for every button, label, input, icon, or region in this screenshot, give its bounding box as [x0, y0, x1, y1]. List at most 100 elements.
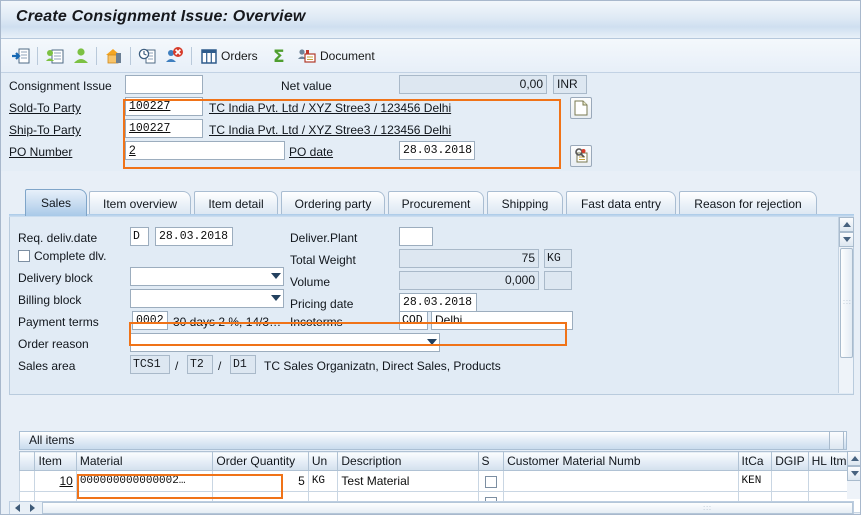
- cell-customer-material-numb[interactable]: [503, 470, 739, 492]
- items-grid-scrollbar[interactable]: [847, 451, 860, 499]
- column-header-customer-material-numb[interactable]: Customer Material Numb: [503, 451, 739, 471]
- search-document-icon: [574, 148, 587, 163]
- cell-material[interactable]: 000000000000002…: [75, 470, 214, 492]
- sold-to-party-description: TC India Pvt. Ltd / XYZ Stree3 / 123456 …: [209, 101, 452, 115]
- document-header-form: Consignment Issue Net value 0,00 INR Sol…: [1, 73, 860, 171]
- column-header-itca[interactable]: ItCa: [737, 451, 773, 471]
- tab-shipping[interactable]: Shipping: [487, 191, 563, 215]
- availability-check-icon[interactable]: [138, 44, 158, 68]
- volume-unit-output: [544, 271, 572, 290]
- req-deliv-date-type-input[interactable]: D: [130, 227, 149, 246]
- cell-order-quantity[interactable]: 5: [212, 470, 309, 492]
- ship-to-party-input[interactable]: 100227: [125, 119, 203, 138]
- cell-dgip[interactable]: [771, 470, 809, 492]
- complete-dlv-checkbox[interactable]: [18, 250, 30, 262]
- po-date-input[interactable]: 28.03.2018: [399, 141, 475, 160]
- all-items-section: All items Item Material Order Quantity U…: [18, 431, 860, 513]
- grid-scroll-up-arrow[interactable]: [847, 451, 860, 466]
- cell-item[interactable]: 10: [34, 470, 77, 492]
- tab-item-overview[interactable]: Item overview: [89, 191, 191, 215]
- total-weight-output: 75: [399, 249, 539, 268]
- cell-un[interactable]: KG: [307, 470, 339, 492]
- table-header-row: Item Material Order Quantity Un Descript…: [18, 451, 860, 471]
- sales-area-separator-2: /: [218, 359, 222, 373]
- order-reason-select[interactable]: [130, 333, 440, 352]
- pricing-date-input[interactable]: 28.03.2018: [399, 293, 477, 312]
- column-header-un[interactable]: Un: [307, 451, 339, 471]
- hscroll-right-button[interactable]: [25, 502, 40, 514]
- scroll-up-arrow[interactable]: [839, 217, 854, 232]
- req-deliv-date-input[interactable]: 28.03.2018: [155, 227, 233, 246]
- scroll-down-arrow[interactable]: [839, 232, 854, 247]
- caret-up-icon: [842, 222, 851, 227]
- hscroll-track[interactable]: :::: [42, 502, 853, 514]
- scroll-thumb[interactable]: :::: [840, 248, 853, 358]
- sold-to-party-label: Sold-To Party: [9, 101, 82, 115]
- deliver-plant-input[interactable]: [399, 227, 433, 246]
- cell-itca[interactable]: KEN: [737, 470, 773, 492]
- incoterms-label: Incoterms: [290, 315, 343, 329]
- complete-dlv-label: Complete dlv.: [34, 249, 107, 263]
- orders-button[interactable]: Orders: [200, 44, 258, 68]
- cell-description[interactable]: Test Material: [337, 470, 479, 492]
- partner-icon[interactable]: [71, 44, 91, 68]
- column-header-description[interactable]: Description: [337, 451, 479, 471]
- deliver-plant-label: Deliver.Plant: [290, 231, 358, 245]
- column-header-material[interactable]: Material: [75, 451, 214, 471]
- sold-to-party-input[interactable]: 100227: [125, 97, 203, 116]
- tab-fast-data-entry[interactable]: Fast data entry: [566, 191, 676, 215]
- sales-panel-scrollbar[interactable]: :::: [838, 217, 854, 393]
- delivery-block-select[interactable]: [130, 267, 284, 286]
- incoterms-location-input[interactable]: Delhi: [431, 311, 573, 330]
- enter-icon[interactable]: [11, 44, 31, 68]
- sales-area-description: TC Sales Organizatn, Direct Sales, Produ…: [264, 359, 501, 373]
- tab-sales[interactable]: Sales: [25, 189, 87, 216]
- cell-s[interactable]: [477, 470, 505, 492]
- create-document-button[interactable]: [570, 97, 592, 119]
- tab-procurement[interactable]: Procurement: [388, 191, 484, 215]
- req-deliv-date-label: Req. deliv.date: [18, 231, 98, 245]
- po-number-label: PO Number: [9, 145, 73, 159]
- row-selector-cell[interactable]: [18, 470, 36, 492]
- payment-terms-description: 30 days 2 %, 14/3…: [173, 315, 282, 329]
- grid-scroll-down-arrow[interactable]: [847, 466, 860, 481]
- ship-to-party-label: Ship-To Party: [9, 123, 82, 137]
- sales-order-home-icon[interactable]: [104, 44, 124, 68]
- create-with-reference-icon[interactable]: [45, 44, 65, 68]
- toolbar-separator: [96, 47, 97, 65]
- incoterms-code-input[interactable]: COD: [399, 311, 428, 330]
- document-button[interactable]: Document: [297, 44, 375, 68]
- volume-output: 0,000: [399, 271, 539, 290]
- column-header-item[interactable]: Item: [34, 451, 77, 471]
- sales-area-division-output: D1: [230, 355, 256, 374]
- column-header-s[interactable]: S: [477, 451, 505, 471]
- caret-down-icon: [850, 471, 859, 476]
- consignment-issue-input[interactable]: [125, 75, 203, 94]
- billing-block-select[interactable]: [130, 289, 284, 308]
- horizontal-scrollbar[interactable]: :::: [9, 501, 854, 514]
- orders-label: Orders: [221, 49, 258, 63]
- po-number-input[interactable]: 2: [125, 141, 285, 160]
- caret-down-icon: [842, 237, 851, 242]
- tab-label: Sales: [40, 196, 72, 210]
- total-weight-label: Total Weight: [290, 253, 356, 267]
- column-header-order-quantity[interactable]: Order Quantity: [212, 451, 309, 471]
- column-header-dgip[interactable]: DGIP: [771, 451, 809, 471]
- hscroll-left-button[interactable]: [10, 502, 25, 514]
- payment-terms-input[interactable]: 0002: [132, 311, 168, 330]
- document-search-button[interactable]: [570, 145, 592, 167]
- order-reason-label: Order reason: [18, 337, 89, 351]
- tab-reason-for-rejection[interactable]: Reason for rejection: [679, 191, 817, 215]
- toolbar-separator: [37, 47, 38, 65]
- tab-item-detail[interactable]: Item detail: [194, 191, 278, 215]
- row-selector-header[interactable]: [18, 451, 36, 471]
- chevron-down-icon: [427, 339, 437, 345]
- currency-output: INR: [553, 75, 587, 94]
- reject-document-icon[interactable]: [164, 44, 184, 68]
- table-row[interactable]: 10 000000000000002… 5 KG Test Material K…: [18, 470, 860, 492]
- net-value-label: Net value: [281, 79, 332, 93]
- row-status-checkbox[interactable]: [484, 475, 497, 488]
- tab-ordering-party[interactable]: Ordering party: [281, 191, 385, 215]
- sum-icon[interactable]: Σ: [271, 44, 291, 68]
- svg-text:Σ: Σ: [273, 47, 285, 65]
